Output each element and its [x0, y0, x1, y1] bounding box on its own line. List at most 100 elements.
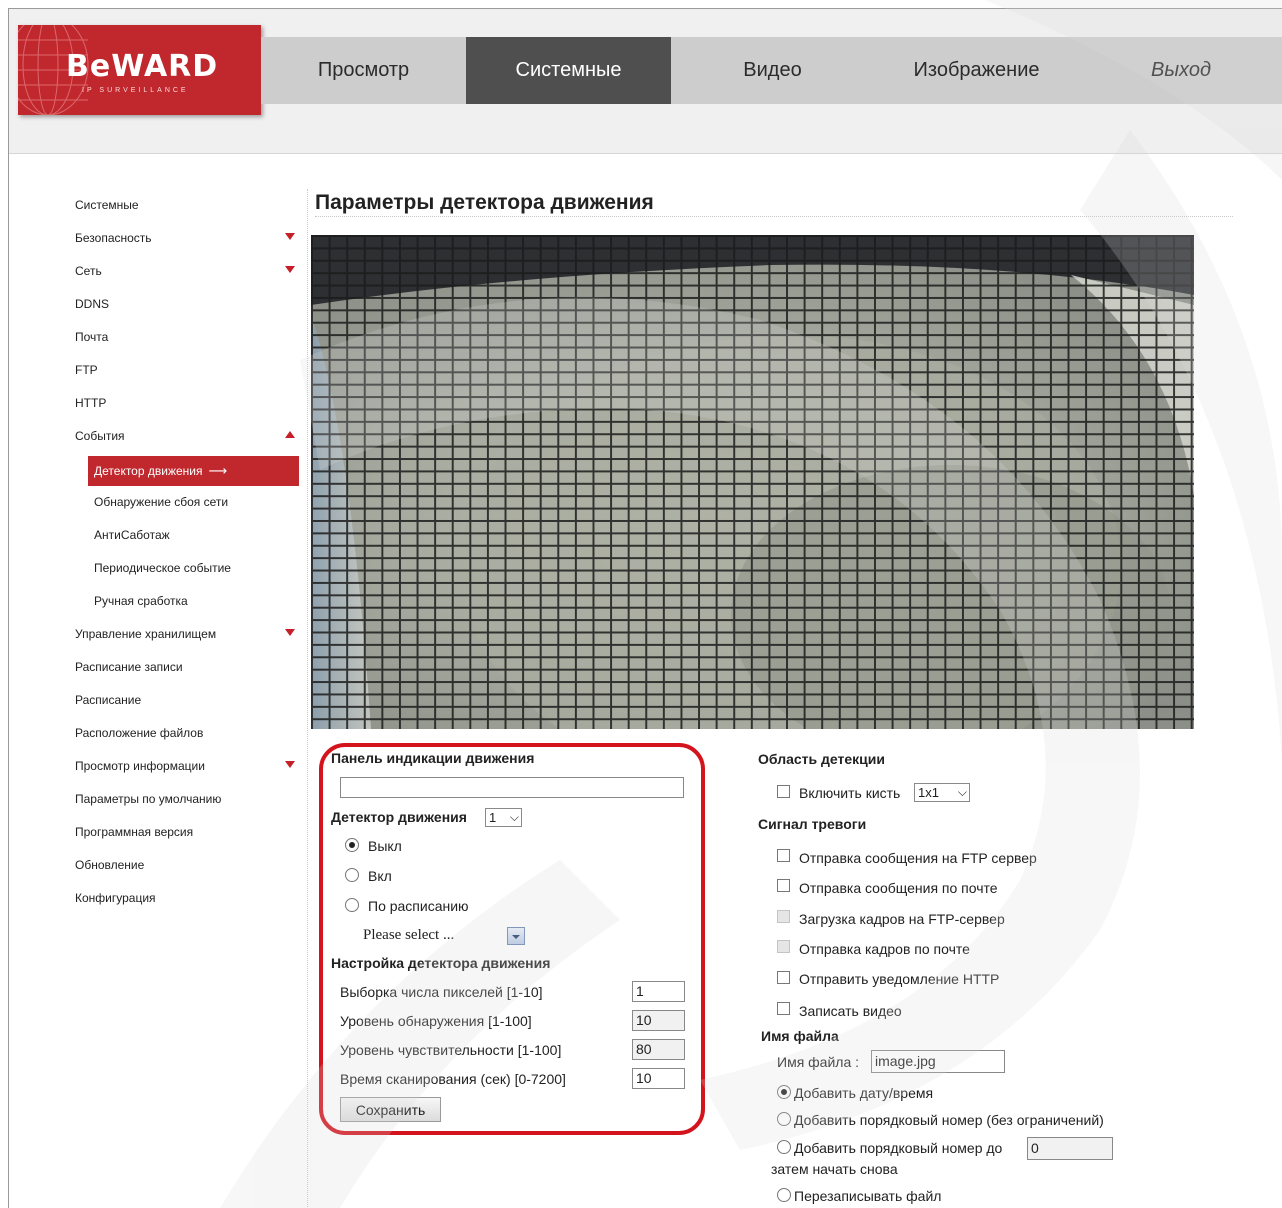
save-button[interactable]: Сохранить: [340, 1097, 441, 1122]
sidebar-item-defaults[interactable]: Параметры по умолчанию: [75, 786, 299, 819]
expand-arrow-icon[interactable]: [285, 629, 295, 636]
sidebar-item-network-failure[interactable]: Обнаружение сбоя сети: [75, 489, 299, 522]
sidebar-item-firmware-version[interactable]: Программная версия: [75, 819, 299, 852]
tab-video[interactable]: Видео: [671, 37, 874, 104]
sidebar-item-label: Безопасность: [75, 231, 152, 245]
mode-off-radio[interactable]: [345, 838, 359, 852]
schedule-select[interactable]: Please select ...: [363, 925, 525, 947]
restart-label: затем начать снова: [771, 1161, 898, 1177]
sidebar-item-manual-trigger[interactable]: Ручная сработка: [75, 588, 299, 621]
top-nav: Просмотр Системные Видео Изображение Вых…: [261, 37, 1282, 104]
brush-checkbox[interactable]: [777, 785, 790, 798]
sidebar-item-configuration[interactable]: Конфигурация: [75, 885, 299, 918]
sensitivity-label: Уровень чувствительности [1-100]: [340, 1042, 562, 1058]
email-frames-checkbox[interactable]: [777, 940, 790, 953]
tab-system[interactable]: Системные: [466, 37, 671, 104]
sidebar-item-http[interactable]: HTTP: [75, 390, 299, 423]
expand-arrow-icon[interactable]: [285, 266, 295, 273]
sidebar-item-mail[interactable]: Почта: [75, 324, 299, 357]
filename-title: Имя файла: [761, 1028, 839, 1044]
detection-level-label: Уровень обнаружения [1-100]: [340, 1013, 532, 1029]
detector-select-value: 1: [489, 810, 497, 825]
add-datetime-label: Добавить дату/время: [794, 1085, 934, 1101]
add-seq-unlimited-label: Добавить порядковый номер (без ограничен…: [794, 1112, 1104, 1128]
brush-size-select[interactable]: 1x1 ⌵: [914, 783, 970, 802]
beward-logo[interactable]: BeWARD IP SURVEILLANCE: [18, 25, 261, 115]
ftp-message-checkbox[interactable]: [777, 849, 790, 862]
record-video-label: Записать видео: [799, 1003, 902, 1019]
email-message-checkbox[interactable]: [777, 879, 790, 892]
mode-on-radio[interactable]: [345, 868, 359, 882]
sensitivity-input[interactable]: 80: [632, 1039, 685, 1060]
settings-label: Настройка детектора движения: [331, 955, 551, 971]
dropdown-arrow-icon[interactable]: [507, 927, 525, 945]
arrow-right-icon: ⟶: [208, 463, 228, 478]
tab-view[interactable]: Просмотр: [261, 37, 466, 104]
detection-level-input[interactable]: 10: [632, 1010, 685, 1031]
add-seq-limit-radio[interactable]: [777, 1140, 791, 1154]
sidebar-item-antisabotage[interactable]: АнтиСаботаж: [75, 522, 299, 555]
chevron-down-icon: ⌵: [509, 810, 519, 824]
sidebar-item-system[interactable]: Системные: [75, 192, 299, 225]
tab-image[interactable]: Изображение: [874, 37, 1079, 104]
title-divider: [315, 216, 1233, 217]
scan-time-input[interactable]: 10: [632, 1068, 685, 1089]
overwrite-radio[interactable]: [777, 1188, 791, 1202]
sidebar-item-label: HTTP: [75, 396, 107, 410]
sidebar-item-label: Обновление: [75, 858, 145, 872]
sidebar-item-label: Сеть: [75, 264, 102, 278]
seq-limit-input[interactable]: 0: [1027, 1137, 1113, 1160]
expand-arrow-icon[interactable]: [285, 233, 295, 240]
http-notify-checkbox[interactable]: [777, 971, 790, 984]
sidebar-item-label: Обнаружение сбоя сети: [94, 495, 229, 509]
sidebar: Системные Безопасность Сеть DDNS Почта F…: [75, 192, 299, 918]
sidebar-item-label: Программная версия: [75, 825, 194, 839]
sidebar-item-label: Расположение файлов: [75, 726, 204, 740]
sidebar-item-ddns[interactable]: DDNS: [75, 291, 299, 324]
chevron-down-icon: ⌵: [957, 785, 967, 799]
sidebar-item-schedule[interactable]: Расписание: [75, 687, 299, 720]
email-frames-label: Отправка кадров по почте: [799, 941, 970, 957]
sidebar-item-label: АнтиСаботаж: [94, 528, 170, 542]
sidebar-item-view-info[interactable]: Просмотр информации: [75, 753, 299, 786]
ftp-frames-checkbox[interactable]: [777, 910, 790, 923]
record-video-checkbox[interactable]: [777, 1002, 790, 1015]
detector-label: Детектор движения: [331, 809, 467, 825]
sidebar-item-label: Ручная сработка: [94, 594, 188, 608]
add-datetime-radio[interactable]: [777, 1085, 791, 1099]
sidebar-item-record-schedule[interactable]: Расписание записи: [75, 654, 299, 687]
logo-subtitle: IP SURVEILLANCE: [82, 87, 189, 94]
add-seq-unlimited-radio[interactable]: [777, 1112, 791, 1126]
collapse-arrow-icon[interactable]: [285, 431, 295, 438]
mode-schedule-radio[interactable]: [345, 898, 359, 912]
sidebar-item-storage[interactable]: Управление хранилищем: [75, 621, 299, 654]
sidebar-item-file-location[interactable]: Расположение файлов: [75, 720, 299, 753]
motion-grid-overlay[interactable]: [311, 235, 1194, 729]
camera-preview[interactable]: [311, 235, 1194, 729]
pixel-sampling-input[interactable]: 1: [632, 981, 685, 1002]
mode-schedule-label: По расписанию: [368, 898, 469, 914]
sidebar-item-security[interactable]: Безопасность: [75, 225, 299, 258]
expand-arrow-icon[interactable]: [285, 761, 295, 768]
filename-input[interactable]: image.jpg: [871, 1050, 1005, 1073]
sidebar-item-label: Конфигурация: [75, 891, 156, 905]
sidebar-item-update[interactable]: Обновление: [75, 852, 299, 885]
tab-logout[interactable]: Выход: [1079, 37, 1282, 104]
sidebar-item-label: Детектор движения: [94, 464, 203, 478]
sidebar-item-motion-detector[interactable]: Детектор движения ⟶: [88, 456, 299, 486]
sidebar-item-label: Почта: [75, 330, 109, 344]
pixel-sampling-label: Выборка числа пикселей [1-10]: [340, 984, 543, 1000]
ftp-message-label: Отправка сообщения на FTP сервер: [799, 850, 1037, 866]
brush-size-value: 1x1: [918, 785, 939, 800]
filename-field-label: Имя файла :: [777, 1054, 860, 1070]
mode-on-label: Вкл: [368, 868, 392, 884]
detector-select[interactable]: 1 ⌵: [485, 808, 522, 827]
alarm-title: Сигнал тревоги: [758, 816, 867, 832]
sidebar-item-events[interactable]: События: [75, 423, 299, 456]
sidebar-item-ftp[interactable]: FTP: [75, 357, 299, 390]
sidebar-item-network[interactable]: Сеть: [75, 258, 299, 291]
sidebar-item-label: Расписание записи: [75, 660, 183, 674]
sidebar-item-periodic-event[interactable]: Периодическое событие: [75, 555, 299, 588]
sidebar-item-label: Просмотр информации: [75, 759, 205, 773]
overwrite-label: Перезаписывать файл: [794, 1188, 942, 1204]
